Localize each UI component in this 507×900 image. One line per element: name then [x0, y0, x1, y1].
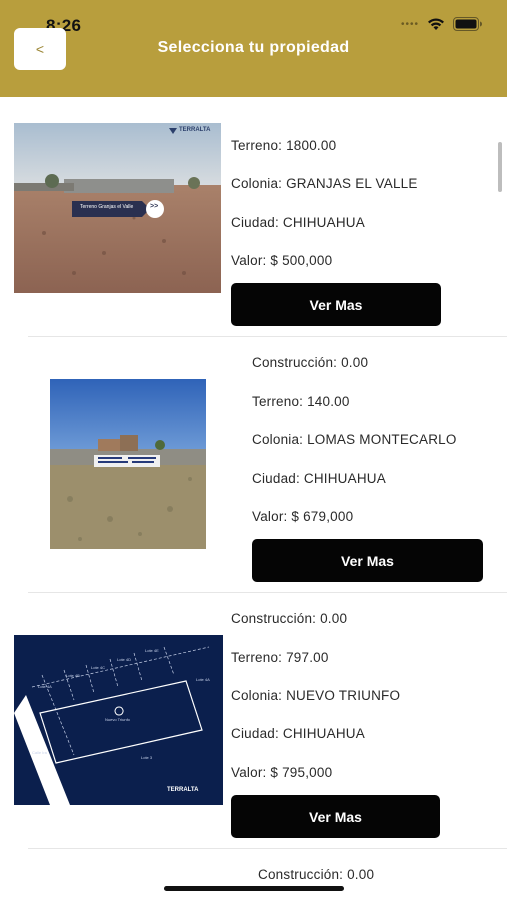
- valor-text: Valor: $ 500,000: [231, 253, 333, 268]
- separator: [28, 336, 507, 337]
- property-photo-3[interactable]: Lote 4A Lote 4B Lote 4C Lote 4D Lote 4E …: [14, 635, 223, 805]
- photo-arrow-icon: >>: [150, 203, 159, 210]
- plan-label: Lote 4E: [145, 648, 159, 653]
- plan-label: Lote 4A: [38, 684, 52, 689]
- photo-caption: Terreno Granjas el Valle: [80, 204, 134, 210]
- terralta-logo: TERRALTA: [179, 127, 211, 133]
- terralta-logo: TERRALTA: [167, 787, 199, 793]
- separator: [28, 848, 507, 849]
- construccion-text: Construcción: 0.00: [258, 867, 375, 882]
- construccion-text: Construcción: 0.00: [231, 611, 348, 626]
- battery-icon: [453, 17, 482, 31]
- property-photo-2[interactable]: [50, 379, 206, 549]
- ciudad-text: Ciudad: CHIHUAHUA: [231, 215, 365, 230]
- plan-label: Lote 3: [141, 755, 153, 760]
- status-icons: ••••: [401, 17, 483, 31]
- home-indicator: [164, 886, 344, 891]
- plan-label: Lote 4C: [91, 665, 106, 670]
- property-photo-1[interactable]: Terreno Granjas el Valle >> TERRALTA: [14, 123, 221, 293]
- plan-label: Lote 4D: [117, 657, 132, 662]
- colonia-text: Colonia: LOMAS MONTECARLO: [252, 432, 457, 447]
- terreno-text: Terreno: 1800.00: [231, 138, 337, 153]
- construccion-text: Construcción: 0.00: [252, 355, 369, 370]
- ciudad-text: Ciudad: CHIHUAHUA: [231, 726, 365, 741]
- plan-label: Calle Ira: [32, 750, 47, 755]
- app-header: 8:26 •••• < Selecciona tu propiedad: [0, 0, 507, 97]
- plan-label: Nuevo Triunfo: [105, 717, 130, 722]
- ciudad-text: Ciudad: CHIHUAHUA: [252, 471, 386, 486]
- plan-label: Lote 4B: [66, 673, 80, 678]
- plan-label: Lote 4A: [196, 677, 210, 682]
- colonia-text: Colonia: NUEVO TRIUNFO: [231, 688, 401, 703]
- ver-mas-button[interactable]: Ver Mas: [231, 283, 441, 326]
- signal-dots-icon: ••••: [400, 18, 419, 30]
- terreno-text: Terreno: 140.00: [252, 394, 350, 409]
- page-title: Selecciona tu propiedad: [157, 39, 350, 56]
- valor-text: Valor: $ 679,000: [252, 509, 354, 524]
- colonia-text: Colonia: GRANJAS EL VALLE: [231, 176, 418, 191]
- valor-text: Valor: $ 795,000: [231, 765, 333, 780]
- ver-mas-button[interactable]: Ver Mas: [252, 539, 483, 582]
- terreno-text: Terreno: 797.00: [231, 650, 329, 665]
- wifi-icon: [428, 17, 444, 30]
- scrollbar[interactable]: [498, 142, 502, 192]
- separator: [28, 592, 507, 593]
- ver-mas-button[interactable]: Ver Mas: [231, 795, 440, 838]
